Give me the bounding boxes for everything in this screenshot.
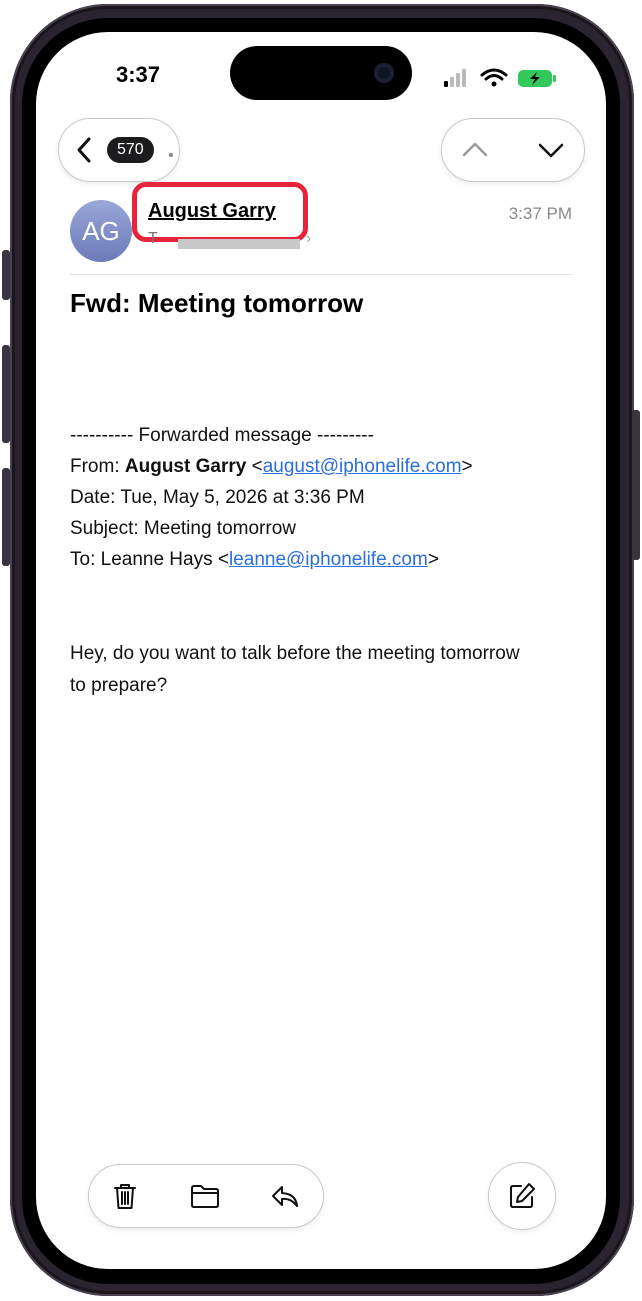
from-email-link[interactable]: august@iphonelife.com [263,456,462,477]
battery-icon [518,70,556,87]
folder-icon[interactable] [189,1180,221,1212]
signal-icon [444,69,466,87]
front-camera [374,63,394,83]
to-line: To: Leanne Hays <leanne@iphonelife.com> [70,549,439,570]
subject-line: Subject: Meeting tomorrow [70,518,296,539]
from-name: August Garry [124,456,247,477]
status-icons [444,68,556,87]
reply-icon[interactable] [269,1180,301,1212]
email-subject: Fwd: Meeting tomorrow [70,288,364,318]
header-divider [70,274,572,275]
power-button [632,410,640,560]
chevron-left-icon [77,137,91,163]
dynamic-island [230,46,412,100]
forward-header: ---------- Forwarded message --------- [70,425,374,446]
unread-count-badge: 570 [107,137,154,163]
action-button [2,250,10,300]
to-email-link[interactable]: leanne@iphonelife.com [229,549,428,570]
from-line: From: August Garry <august@iphonelife.co… [70,456,473,477]
annotation-highlight [132,182,308,242]
recipient-prefix[interactable]: T [148,230,158,248]
chevron-up-icon[interactable] [460,135,490,165]
screen: 3:37 570 AG August Garry T › 3:37 PM Fwd… [36,32,606,1269]
chevron-right-icon[interactable]: › [306,230,311,248]
volume-up-button [2,345,10,443]
more-dot [169,153,173,157]
received-time: 3:37 PM [508,204,572,223]
compose-icon [510,1183,535,1208]
sender-avatar[interactable]: AG [70,200,132,262]
back-button[interactable]: 570 [58,118,180,182]
chevron-down-icon[interactable] [536,135,566,165]
volume-down-button [2,468,10,566]
compose-button[interactable] [488,1162,556,1230]
bottom-toolbar [88,1164,324,1228]
trash-icon[interactable] [109,1180,141,1212]
message-body: Hey, do you want to talk before the meet… [70,643,520,696]
recipient-redacted [178,239,300,249]
date-line: Date: Tue, May 5, 2026 at 3:36 PM [70,487,365,508]
forwarded-block: ---------- Forwarded message --------- F… [70,420,580,575]
status-time: 3:37 [116,62,161,87]
wifi-icon [480,68,508,87]
message-nav [441,118,585,182]
